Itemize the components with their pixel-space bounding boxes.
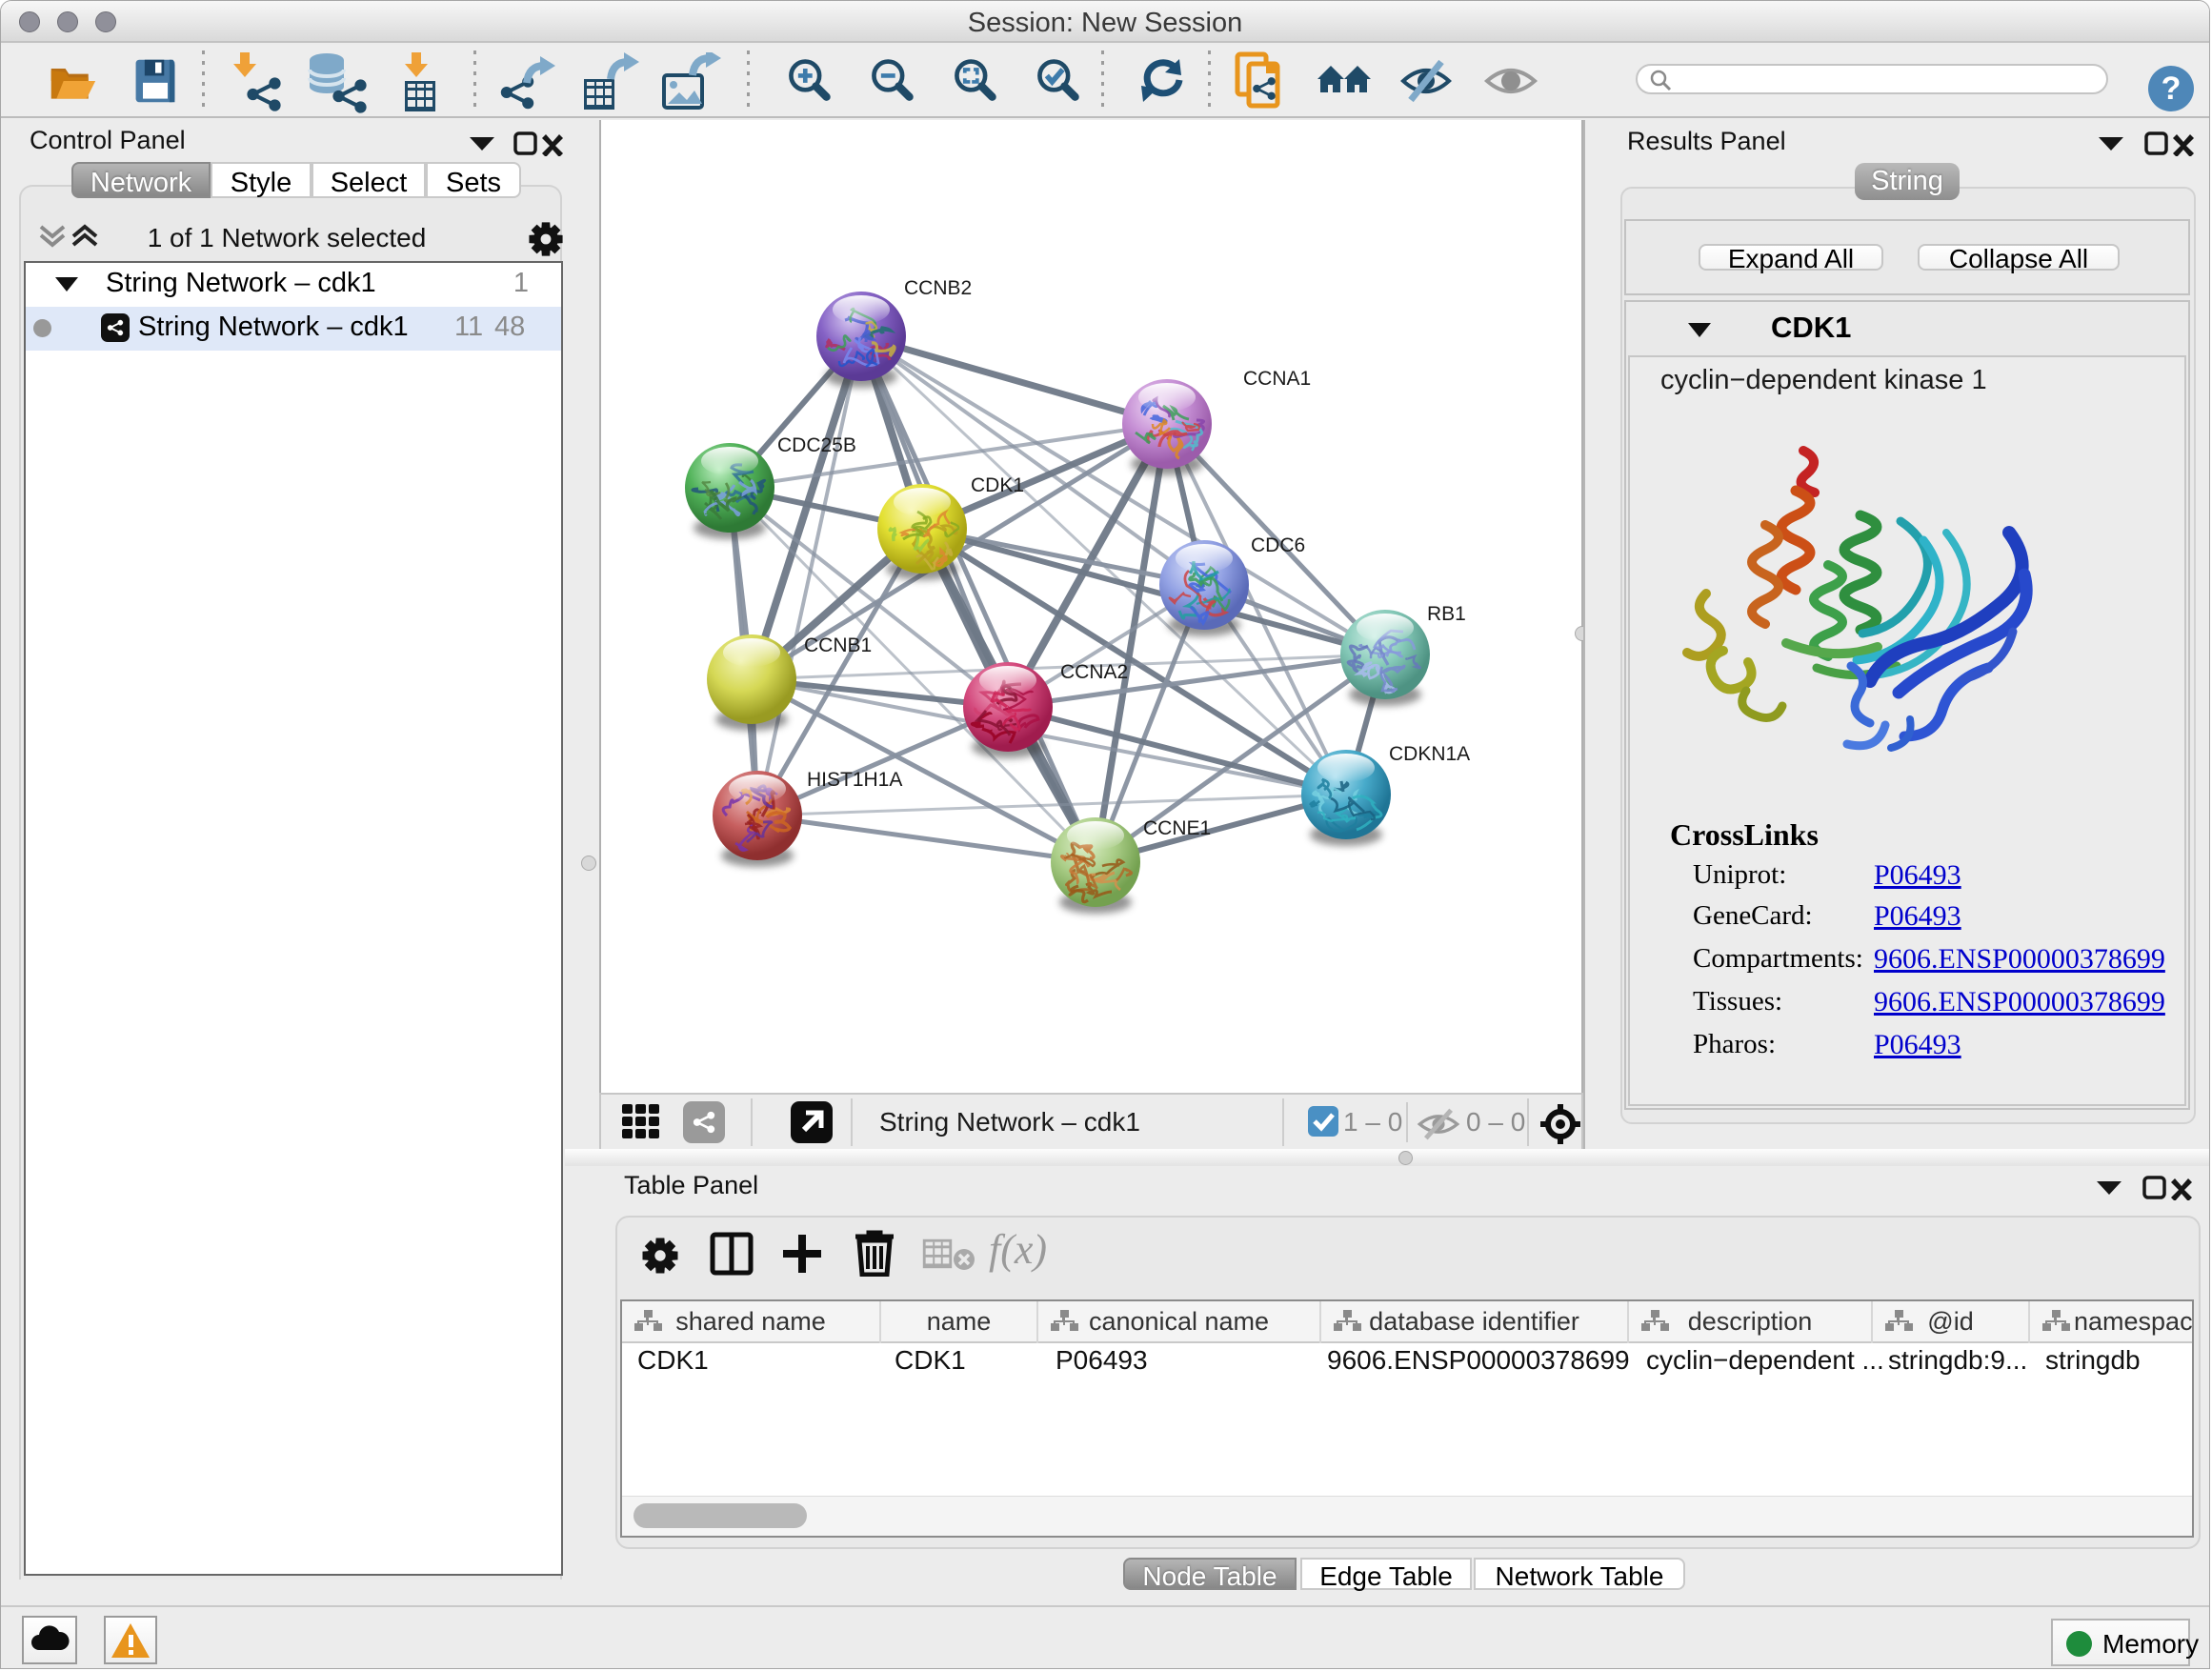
svg-text:CDC6: CDC6 [1251, 534, 1305, 556]
svg-text:CCNB2: CCNB2 [904, 277, 972, 299]
svg-text:CCNA1: CCNA1 [1243, 368, 1311, 390]
svg-text:CDC25B: CDC25B [777, 434, 856, 456]
svg-text:CCNE1: CCNE1 [1143, 817, 1211, 839]
svg-text:CCNA2: CCNA2 [1060, 661, 1128, 683]
svg-text:CCNB1: CCNB1 [804, 634, 872, 656]
svg-text:CDKN1A: CDKN1A [1389, 743, 1470, 765]
svg-text:CDK1: CDK1 [971, 474, 1024, 496]
svg-text:RB1: RB1 [1427, 603, 1466, 625]
svg-text:HIST1H1A: HIST1H1A [807, 769, 902, 791]
